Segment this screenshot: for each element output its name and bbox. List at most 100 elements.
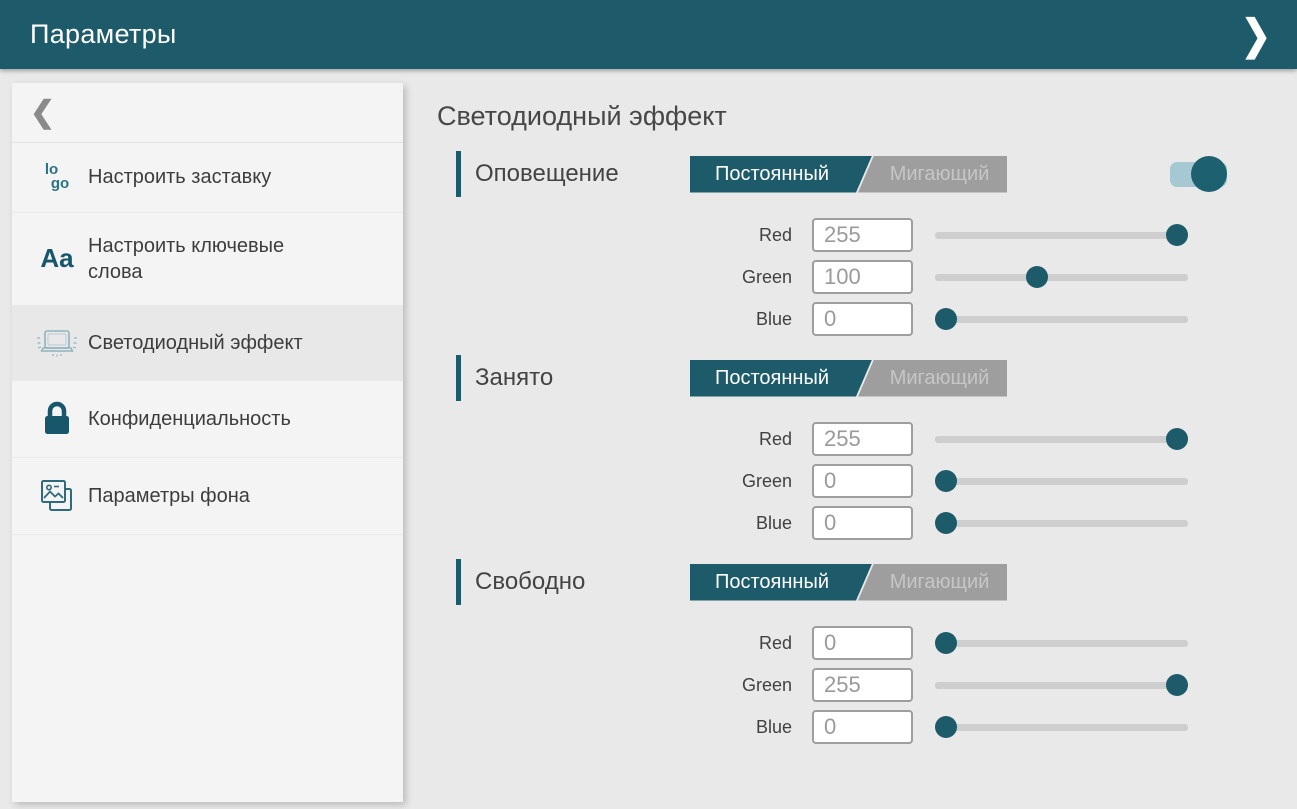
settings-sidebar: ❮ logo Настроить заставку Aa Настроить к… bbox=[12, 83, 403, 802]
led-screen-icon bbox=[26, 326, 88, 360]
green-value-input[interactable] bbox=[812, 668, 913, 702]
page-title: Параметры bbox=[30, 19, 177, 50]
red-label: Red bbox=[437, 225, 792, 246]
slider-track bbox=[935, 436, 1188, 443]
rgb-row-red: Red bbox=[437, 626, 1297, 660]
rgb-row-red: Red bbox=[437, 422, 1297, 456]
rgb-row-blue: Blue bbox=[437, 302, 1297, 336]
slider-thumb[interactable] bbox=[935, 632, 957, 654]
slider-track bbox=[935, 682, 1188, 689]
mode-segmented-control: Постоянный Мигающий bbox=[690, 564, 1007, 601]
rgb-rows: Red Green Blue bbox=[437, 626, 1297, 744]
logo-icon: logo bbox=[26, 163, 88, 192]
sidebar-item-label: Светодиодный эффект bbox=[88, 330, 303, 356]
blue-label: Blue bbox=[437, 717, 792, 738]
sidebar-item-privacy[interactable]: Конфиденциальность bbox=[12, 381, 403, 458]
blue-value-input[interactable] bbox=[812, 710, 913, 744]
chevron-left-icon: ❮ bbox=[30, 95, 55, 130]
section-name: Занято bbox=[475, 364, 690, 392]
content-area: ❮ logo Настроить заставку Aa Настроить к… bbox=[0, 69, 1297, 809]
slider-track bbox=[935, 316, 1188, 323]
mode-blinking-button[interactable]: Мигающий bbox=[858, 156, 1007, 193]
mode-segmented-control: Постоянный Мигающий bbox=[690, 360, 1007, 397]
green-value-input[interactable] bbox=[812, 464, 913, 498]
sidebar-item-splash-screen[interactable]: logo Настроить заставку bbox=[12, 143, 403, 213]
sidebar-back-button[interactable]: ❮ bbox=[12, 83, 403, 143]
section-header-busy: Занято Постоянный Мигающий bbox=[437, 354, 1297, 402]
blue-slider[interactable] bbox=[935, 715, 1188, 739]
slider-thumb[interactable] bbox=[1166, 224, 1188, 246]
mode-blinking-button[interactable]: Мигающий bbox=[858, 360, 1007, 397]
slider-thumb[interactable] bbox=[1166, 674, 1188, 696]
chevron-right-icon[interactable]: ❯ bbox=[1241, 14, 1271, 55]
led-effect-panel: Светодиодный эффект Оповещение Постоянны… bbox=[403, 69, 1297, 809]
keywords-icon: Aa bbox=[26, 243, 88, 274]
rgb-row-blue: Blue bbox=[437, 506, 1297, 540]
slider-track bbox=[935, 274, 1188, 281]
blue-value-input[interactable] bbox=[812, 506, 913, 540]
sidebar-item-background[interactable]: Параметры фона bbox=[12, 458, 403, 535]
rgb-row-green: Green bbox=[437, 464, 1297, 498]
section-accent-bar bbox=[456, 559, 461, 605]
slider-track bbox=[935, 640, 1188, 647]
mode-segmented-control: Постоянный Мигающий bbox=[690, 156, 1007, 193]
red-slider[interactable] bbox=[935, 223, 1188, 247]
rgb-row-green: Green bbox=[437, 260, 1297, 294]
green-label: Green bbox=[437, 675, 792, 696]
section-header-free: Свободно Постоянный Мигающий bbox=[437, 558, 1297, 606]
sidebar-item-label: Настроить заставку bbox=[88, 164, 271, 190]
mode-constant-button[interactable]: Постоянный bbox=[690, 360, 872, 397]
slider-thumb[interactable] bbox=[935, 308, 957, 330]
rgb-row-green: Green bbox=[437, 668, 1297, 702]
green-value-input[interactable] bbox=[812, 260, 913, 294]
slider-track bbox=[935, 724, 1188, 731]
red-slider[interactable] bbox=[935, 427, 1188, 451]
blue-value-input[interactable] bbox=[812, 302, 913, 336]
rgb-rows: Red Green Blue bbox=[437, 422, 1297, 540]
slider-thumb[interactable] bbox=[935, 470, 957, 492]
slider-track bbox=[935, 232, 1188, 239]
green-label: Green bbox=[437, 471, 792, 492]
red-label: Red bbox=[437, 633, 792, 654]
slider-track bbox=[935, 520, 1188, 527]
sidebar-item-led-effect[interactable]: Светодиодный эффект bbox=[12, 306, 403, 381]
background-image-icon bbox=[26, 478, 88, 514]
mode-blinking-button[interactable]: Мигающий bbox=[858, 564, 1007, 601]
green-slider[interactable] bbox=[935, 673, 1188, 697]
panel-title: Светодиодный эффект bbox=[437, 101, 1297, 132]
green-slider[interactable] bbox=[935, 265, 1188, 289]
switch-knob bbox=[1191, 156, 1227, 192]
blue-label: Blue bbox=[437, 309, 792, 330]
green-label: Green bbox=[437, 267, 792, 288]
section-accent-bar bbox=[456, 151, 461, 197]
section-name: Свободно bbox=[475, 568, 690, 596]
blue-slider[interactable] bbox=[935, 307, 1188, 331]
section-header-notification: Оповещение Постоянный Мигающий bbox=[437, 150, 1297, 198]
sidebar-item-keywords[interactable]: Aa Настроить ключевые слова bbox=[12, 213, 403, 306]
red-slider[interactable] bbox=[935, 631, 1188, 655]
sidebar-item-label: Настроить ключевые слова bbox=[88, 233, 318, 285]
mode-constant-button[interactable]: Постоянный bbox=[690, 156, 872, 193]
app-header: Параметры ❯ bbox=[0, 0, 1297, 69]
slider-thumb[interactable] bbox=[1166, 428, 1188, 450]
red-value-input[interactable] bbox=[812, 626, 913, 660]
notification-toggle-switch[interactable] bbox=[1170, 156, 1227, 192]
rgb-row-blue: Blue bbox=[437, 710, 1297, 744]
slider-thumb[interactable] bbox=[1026, 266, 1048, 288]
sidebar-item-label: Конфиденциальность bbox=[88, 406, 291, 432]
rgb-rows: Red Green Blue bbox=[437, 218, 1297, 336]
red-value-input[interactable] bbox=[812, 218, 913, 252]
slider-thumb[interactable] bbox=[935, 716, 957, 738]
section-name: Оповещение bbox=[475, 160, 690, 188]
rgb-row-red: Red bbox=[437, 218, 1297, 252]
red-label: Red bbox=[437, 429, 792, 450]
blue-label: Blue bbox=[437, 513, 792, 534]
section-accent-bar bbox=[456, 355, 461, 401]
red-value-input[interactable] bbox=[812, 422, 913, 456]
slider-thumb[interactable] bbox=[935, 512, 957, 534]
blue-slider[interactable] bbox=[935, 511, 1188, 535]
lock-icon bbox=[26, 401, 88, 437]
mode-constant-button[interactable]: Постоянный bbox=[690, 564, 872, 601]
green-slider[interactable] bbox=[935, 469, 1188, 493]
sidebar-item-label: Параметры фона bbox=[88, 483, 250, 509]
